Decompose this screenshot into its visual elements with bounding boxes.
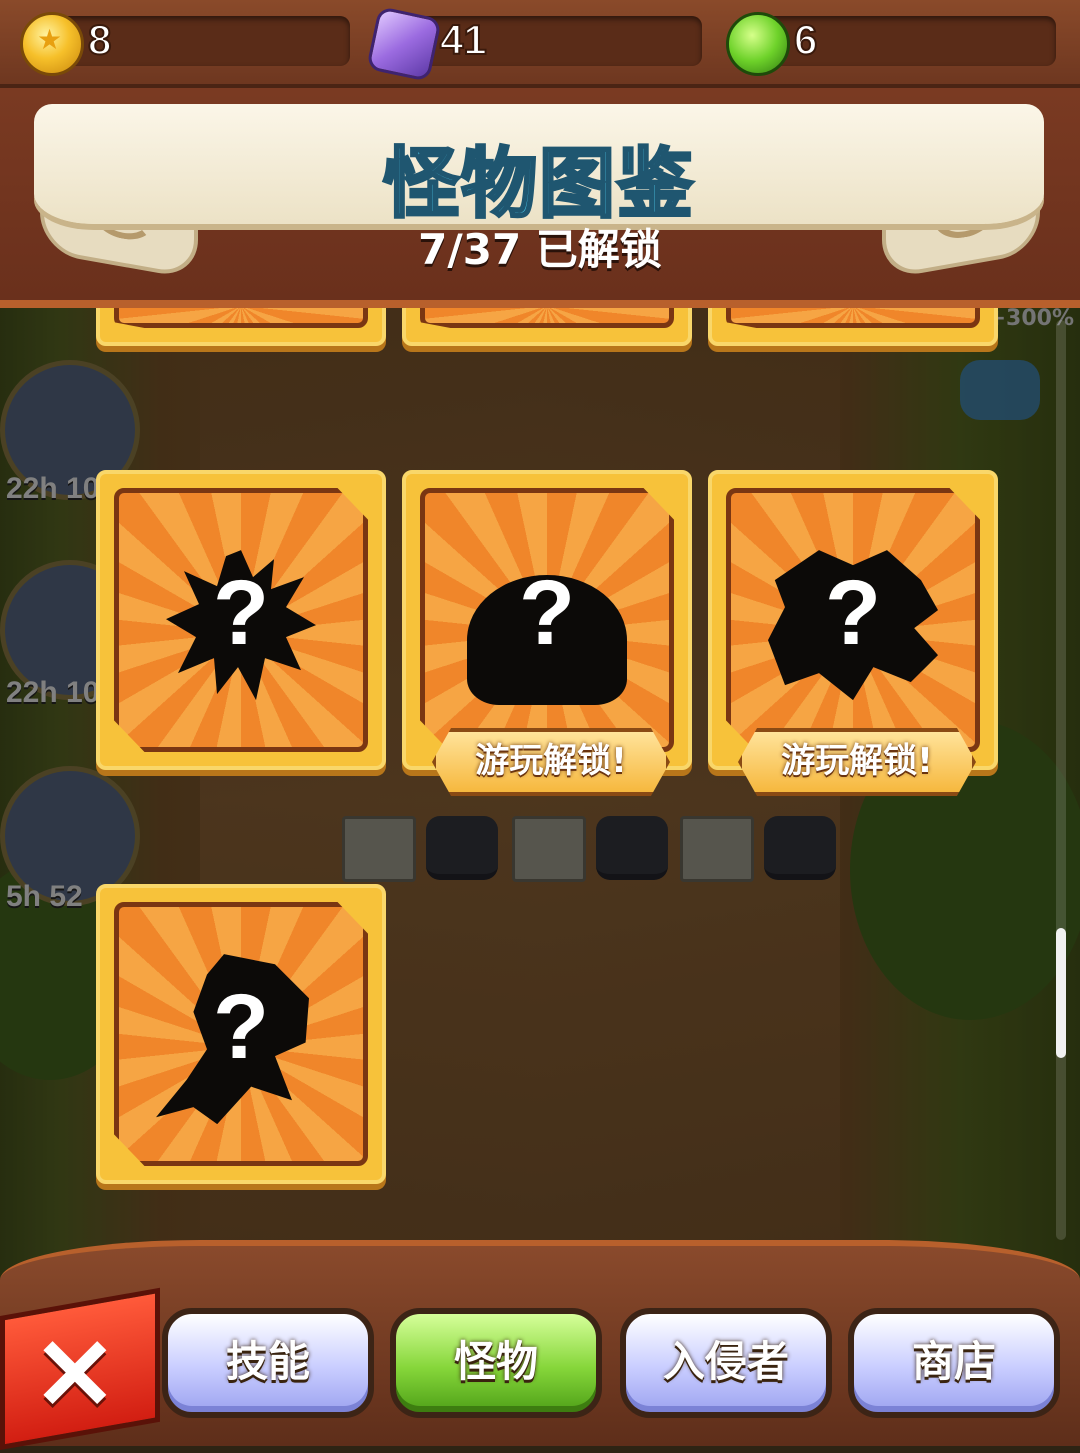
- question-mark: ?: [212, 976, 270, 1079]
- monster-card-locked[interactable]: ? 游玩解锁!: [708, 470, 998, 796]
- tab-skills[interactable]: 技能: [162, 1308, 374, 1418]
- play-to-unlock-label: 游玩解锁!: [738, 728, 976, 796]
- question-mark: ?: [824, 562, 882, 665]
- scrollbar-track[interactable]: [1056, 320, 1066, 1240]
- bestiary-header: 怪物图鉴 7/37 已解锁: [0, 88, 1080, 308]
- close-button[interactable]: ✕: [0, 1287, 160, 1450]
- close-icon: ✕: [33, 1318, 117, 1431]
- orb-counter: 6: [726, 12, 1056, 76]
- title-scroll: 怪物图鉴: [34, 104, 1044, 230]
- gem-counter: 41: [366, 6, 702, 82]
- scrollbar-thumb[interactable]: [1056, 928, 1066, 1058]
- coin-counter: 8: [20, 12, 350, 76]
- play-to-unlock-label: 游玩解锁!: [432, 728, 670, 796]
- gem-amount: 41: [439, 15, 488, 64]
- monster-card-locked[interactable]: ?: [96, 470, 386, 770]
- coin-icon: [20, 12, 84, 76]
- resource-bar: 8 41 6: [0, 0, 1080, 88]
- tab-invaders[interactable]: 入侵者: [620, 1308, 832, 1418]
- tab-monsters[interactable]: 怪物: [390, 1308, 602, 1418]
- question-mark: ?: [212, 562, 270, 665]
- unlock-progress: 7/37 已解锁: [418, 225, 662, 274]
- monster-card-locked[interactable]: ?: [96, 884, 386, 1184]
- question-mark: ?: [518, 562, 576, 665]
- green-orb-icon: [726, 12, 790, 76]
- tab-shop[interactable]: 商店: [848, 1308, 1060, 1418]
- gem-icon: [366, 6, 442, 82]
- monster-card-locked[interactable]: ? 游玩解锁!: [402, 470, 692, 796]
- coin-amount: 8: [87, 15, 112, 64]
- orb-amount: 6: [793, 15, 818, 64]
